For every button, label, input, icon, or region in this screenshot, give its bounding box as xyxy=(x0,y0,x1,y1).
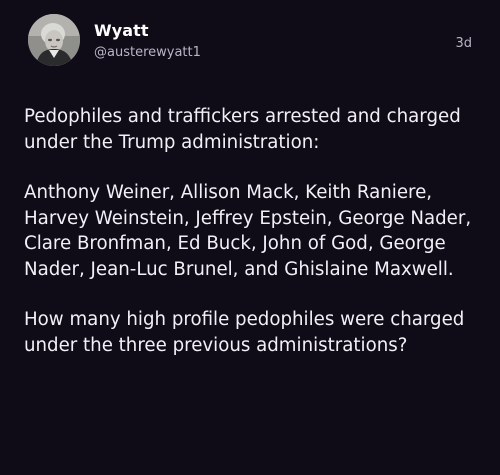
post-header: Wyatt @austerewyatt1 3d xyxy=(24,12,480,70)
post-paragraph-1: Pedophiles and traffickers arrested and … xyxy=(24,106,461,153)
avatar-photo-icon xyxy=(28,14,80,66)
author-name[interactable]: Wyatt xyxy=(94,21,149,40)
post-paragraph-2: Anthony Weiner, Allison Mack, Keith Rani… xyxy=(24,182,472,280)
post-body: Pedophiles and traffickers arrested and … xyxy=(24,104,480,358)
author-handle[interactable]: @austerewyatt1 xyxy=(94,45,201,60)
post-card: Wyatt @austerewyatt1 3d Pedophiles and t… xyxy=(0,0,500,475)
avatar[interactable] xyxy=(28,14,80,66)
post-timestamp[interactable]: 3d xyxy=(455,36,472,51)
post-paragraph-3: How many high profile pedophiles were ch… xyxy=(24,309,465,356)
